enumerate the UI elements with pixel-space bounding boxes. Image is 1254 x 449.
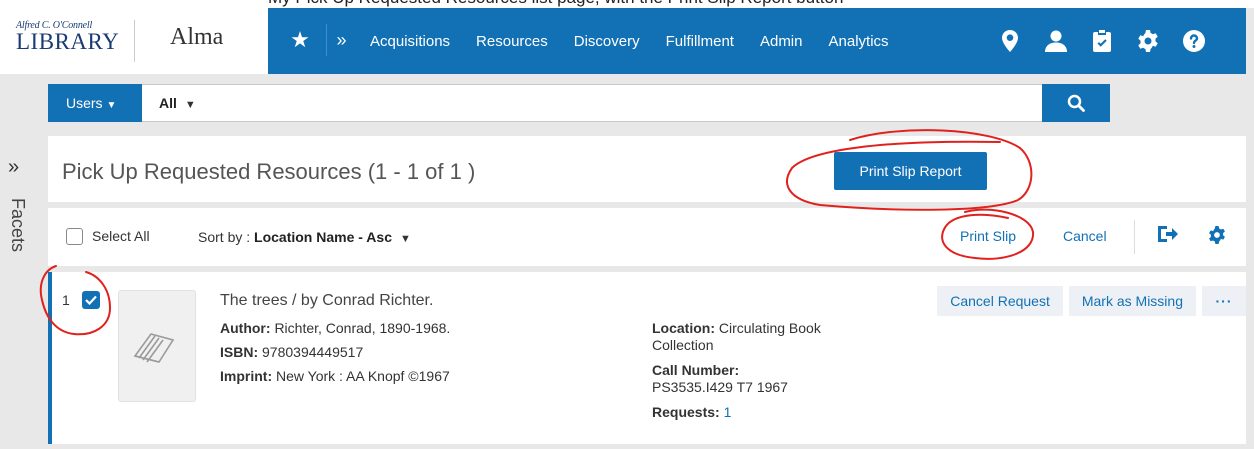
record-title[interactable]: The trees / by Conrad Richter. <box>220 292 433 310</box>
record-meta-left: Author: Richter, Conrad, 1890-1968. ISBN… <box>220 316 450 388</box>
location-icon[interactable] <box>994 25 1026 57</box>
search-category-label: All <box>159 95 177 111</box>
logo-divider <box>134 20 135 62</box>
list-toolbar: Select All Sort by : Location Name - Asc… <box>48 208 1246 266</box>
location-label: Location: <box>652 320 715 336</box>
user-icon[interactable] <box>1040 25 1072 57</box>
requests-label: Requests: <box>652 404 720 420</box>
search-category-dropdown[interactable]: All ▼ <box>159 85 196 123</box>
record-meta-right: Location: Circulating Book Collection Ca… <box>652 320 842 421</box>
facets-label[interactable]: Facets <box>7 198 28 252</box>
chevron-down-icon: ▼ <box>400 233 411 245</box>
chevron-down-icon: ▼ <box>184 99 196 111</box>
requests-count[interactable]: 1 <box>724 404 732 420</box>
result-row: 1 The trees / by Conrad Richter. Author:… <box>48 272 1246 444</box>
row-checkbox[interactable] <box>82 291 100 309</box>
help-icon[interactable] <box>1178 25 1210 57</box>
gear-icon[interactable] <box>1132 25 1164 57</box>
print-slip-link[interactable]: Print Slip <box>960 228 1016 244</box>
author-label: Author: <box>220 320 271 336</box>
isbn-value: 9780394449517 <box>262 344 364 360</box>
book-icon <box>133 333 175 363</box>
imprint-value: New York : AA Knopf ©1967 <box>276 368 450 384</box>
call-number-value: PS3535.I429 T7 1967 <box>652 379 788 395</box>
library-logo[interactable]: Alfred C. O'Connell LIBRARY <box>16 20 120 62</box>
facets-expand-icon[interactable]: » <box>8 156 19 179</box>
caption-strip: My Pick Up Requested Resources list page… <box>0 0 1254 8</box>
imprint-label: Imprint: <box>220 368 273 384</box>
toolbar-divider <box>1134 220 1135 254</box>
logo-area: Alfred C. O'Connell LIBRARY Alma <box>0 8 268 74</box>
top-bar: Alfred C. O'Connell LIBRARY Alma ★ » Acq… <box>0 8 1254 74</box>
print-slip-report-button[interactable]: Print Slip Report <box>834 152 987 190</box>
nav-resources[interactable]: Resources <box>476 33 548 50</box>
sort-prefix: Sort by : <box>198 229 255 245</box>
nav-fulfillment[interactable]: Fulfillment <box>666 33 734 50</box>
caption-text: My Pick Up Requested Resources list page… <box>268 0 843 8</box>
checkmark-icon <box>85 295 97 305</box>
search-scope-dropdown[interactable]: Users ▼ <box>48 84 142 122</box>
export-icon[interactable] <box>1156 224 1178 249</box>
logo-big-text: LIBRARY <box>16 29 120 54</box>
cancel-link[interactable]: Cancel <box>1063 228 1107 244</box>
mark-as-missing-button[interactable]: Mark as Missing <box>1068 286 1196 316</box>
book-thumbnail <box>118 290 196 402</box>
sort-value: Location Name - Asc <box>254 229 392 245</box>
isbn-label: ISBN: <box>220 344 259 360</box>
scrollbar[interactable] <box>1246 8 1254 449</box>
clipboard-icon[interactable] <box>1086 25 1118 57</box>
select-all-label[interactable]: Select All <box>92 228 150 244</box>
row-actions: Cancel Request Mark as Missing ··· <box>931 286 1246 316</box>
cancel-request-button[interactable]: Cancel Request <box>937 286 1063 316</box>
nav-analytics[interactable]: Analytics <box>829 33 889 50</box>
nav-admin[interactable]: Admin <box>760 33 803 50</box>
search-bar: Users ▼ All ▼ <box>48 84 1110 122</box>
author-value: Richter, Conrad, 1890-1968. <box>274 320 451 336</box>
nav-acquisitions[interactable]: Acquisitions <box>370 33 450 50</box>
settings-icon[interactable] <box>1208 226 1226 249</box>
search-scope-label: Users <box>66 95 103 111</box>
search-button[interactable] <box>1042 84 1110 122</box>
menu-expand-icon[interactable]: » <box>326 24 356 56</box>
main-nav: Acquisitions Resources Discovery Fulfill… <box>370 8 889 74</box>
row-number: 1 <box>62 292 70 308</box>
sort-dropdown[interactable]: Sort by : Location Name - Asc ▼ <box>198 229 411 245</box>
more-actions-button[interactable]: ··· <box>1202 286 1246 316</box>
title-panel: Pick Up Requested Resources (1 - 1 of 1 … <box>48 136 1246 202</box>
call-number-label: Call Number: <box>652 362 740 378</box>
select-all-checkbox[interactable] <box>66 228 83 245</box>
toolbar-icons <box>980 25 1210 57</box>
page-title: Pick Up Requested Resources (1 - 1 of 1 … <box>62 159 476 184</box>
app-name: Alma <box>170 24 224 50</box>
star-icon[interactable]: ★ <box>284 24 316 56</box>
nav-discovery[interactable]: Discovery <box>574 33 640 50</box>
search-icon <box>1067 94 1085 112</box>
